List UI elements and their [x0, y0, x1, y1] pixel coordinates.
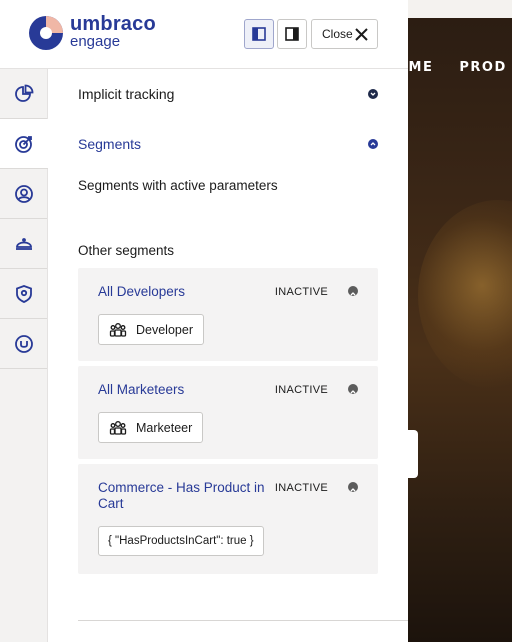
content-divider — [78, 620, 408, 621]
background-widget-edge[interactable] — [408, 430, 418, 478]
chevron-up-icon[interactable] — [368, 139, 378, 149]
sidebar-item-privacy[interactable] — [0, 269, 47, 319]
chevron-down-icon[interactable] — [368, 89, 378, 99]
dock-left-icon — [252, 27, 266, 41]
cloche-icon — [15, 237, 32, 250]
close-button-label: Close — [322, 27, 353, 41]
user-circle-icon — [14, 184, 33, 203]
sidebar-item-personalization[interactable] — [0, 219, 47, 269]
shield-pin-icon — [15, 284, 32, 303]
segment-card: All Developers INACTIVE Developer — [78, 268, 378, 361]
other-segments-heading: Other segments — [78, 243, 175, 258]
sidebar-item-segments[interactable] — [0, 119, 48, 169]
user-group-icon — [109, 420, 127, 435]
user-group-icon — [109, 322, 127, 337]
engage-panel: umbraco engage Close Implicit tracking S… — [0, 0, 408, 642]
background-nav: OME PROD — [408, 60, 512, 75]
background-nav-item[interactable]: OME — [408, 60, 433, 75]
segment-parameter-chip: Developer — [98, 314, 204, 345]
dock-right-icon — [285, 27, 299, 41]
sidebar-item-umbraco[interactable] — [0, 319, 47, 369]
segment-status: INACTIVE — [274, 384, 328, 396]
umbraco-logo-icon — [14, 334, 33, 353]
pie-chart-icon — [14, 84, 33, 102]
segment-title: Commerce - Has Product in Cart — [98, 480, 265, 511]
background-nav-item[interactable]: PROD — [459, 60, 506, 75]
close-button[interactable]: Close — [311, 19, 378, 49]
accordion-implicit-tracking-label: Implicit tracking — [78, 86, 175, 102]
background-image — [418, 200, 512, 390]
logo-secondary-text: engage — [70, 33, 121, 50]
segment-title: All Developers — [98, 284, 186, 299]
segment-parameter-label: Developer — [136, 322, 193, 337]
panel-content: Implicit tracking Segments Segments with… — [48, 69, 408, 642]
umbraco-engage-logo: umbraco engage — [28, 13, 156, 51]
target-icon — [15, 135, 32, 153]
background-topbar — [408, 0, 512, 18]
segment-parameter-label: Marketeer — [136, 420, 193, 435]
engage-logo-icon — [29, 16, 63, 50]
segment-expand-icon[interactable] — [348, 286, 358, 296]
sidebar-item-analytics[interactable] — [0, 69, 47, 119]
segment-card: Commerce - Has Product in Cart INACTIVE … — [78, 464, 378, 574]
background-website: OME PROD — [408, 0, 512, 642]
segment-parameter-chip: Marketeer — [98, 412, 204, 443]
segment-parameter-code: { "HasProductsInCart": true } — [98, 526, 264, 556]
accordion-segments[interactable]: Segments — [78, 119, 378, 169]
segment-card: All Marketeers INACTIVE Marketeer — [78, 366, 378, 459]
dock-left-button[interactable] — [244, 19, 274, 49]
close-icon — [355, 27, 368, 41]
segment-expand-icon[interactable] — [348, 482, 358, 492]
accordion-segments-label: Segments — [78, 136, 142, 152]
sidebar — [0, 69, 48, 642]
segment-status: INACTIVE — [274, 482, 328, 494]
active-segments-heading: Segments with active parameters — [78, 178, 278, 193]
sidebar-item-profile[interactable] — [0, 169, 47, 219]
segment-title: All Marketeers — [98, 382, 185, 397]
accordion-implicit-tracking[interactable]: Implicit tracking — [78, 69, 378, 119]
segment-status: INACTIVE — [274, 286, 328, 298]
logo-primary-text: umbraco — [70, 13, 156, 35]
panel-header: umbraco engage Close — [0, 0, 408, 69]
dock-right-button[interactable] — [277, 19, 307, 49]
segment-expand-icon[interactable] — [348, 384, 358, 394]
